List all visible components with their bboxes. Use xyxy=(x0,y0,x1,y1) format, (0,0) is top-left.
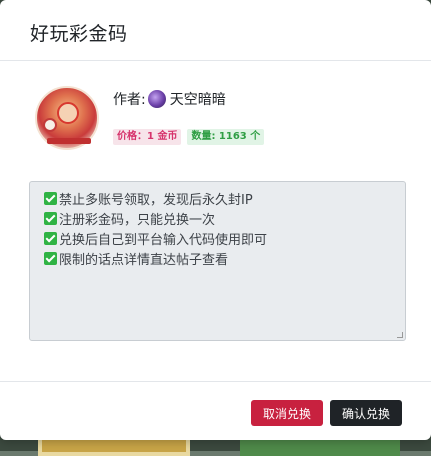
rule-text: 兑换后自己到平台输入代码使用即可 xyxy=(59,232,268,248)
rule-item: 兑换后自己到平台输入代码使用即可 xyxy=(44,228,405,248)
check-icon xyxy=(44,191,57,205)
check-icon xyxy=(44,251,57,265)
rules-textarea[interactable]: 禁止多账号领取，发现后永久封IP 注册彩金码，只能兑换一次 兑换后自己到平台输入… xyxy=(29,181,406,341)
cover-flower xyxy=(43,118,57,132)
rule-item: 注册彩金码，只能兑换一次 xyxy=(44,208,405,228)
rule-item: 禁止多账号领取，发现后永久封IP xyxy=(44,188,405,208)
badge-row: 价格：1 金币 数量: 1163 个 xyxy=(113,129,393,145)
rule-text: 注册彩金码，只能兑换一次 xyxy=(59,212,216,228)
modal-title: 好玩彩金码 xyxy=(30,23,128,45)
check-icon xyxy=(44,211,57,225)
modal-header: 好玩彩金码 xyxy=(0,0,431,61)
check-icon xyxy=(44,231,57,245)
redeem-modal: 好玩彩金码 作者: 天空暗暗 价格：1 金币 数量: 1163 个 禁止多账号领… xyxy=(0,0,431,440)
author-label: 作者: xyxy=(113,92,146,108)
code-cover-image xyxy=(35,86,99,150)
confirm-redeem-button[interactable]: 确认兑换 xyxy=(330,400,402,426)
author-info: 作者: 天空暗暗 价格：1 金币 数量: 1163 个 xyxy=(113,89,393,145)
rule-text: 限制的话点详情直达帖子查看 xyxy=(59,252,229,268)
rule-item: 限制的话点详情直达帖子查看 xyxy=(44,248,405,268)
resize-handle-icon[interactable] xyxy=(397,332,403,338)
price-badge: 价格：1 金币 xyxy=(113,129,182,145)
author-avatar[interactable] xyxy=(147,90,166,108)
cancel-redeem-button[interactable]: 取消兑换 xyxy=(251,400,323,426)
author-line: 作者: 天空暗暗 xyxy=(113,89,393,109)
quantity-badge: 数量: 1163 个 xyxy=(187,129,265,145)
author-name[interactable]: 天空暗暗 xyxy=(170,89,226,109)
cover-banner xyxy=(47,138,91,144)
cover-figure-face xyxy=(57,102,79,124)
modal-footer: 取消兑换 确认兑换 xyxy=(0,381,431,440)
rule-text: 禁止多账号领取，发现后永久封IP xyxy=(59,192,253,208)
